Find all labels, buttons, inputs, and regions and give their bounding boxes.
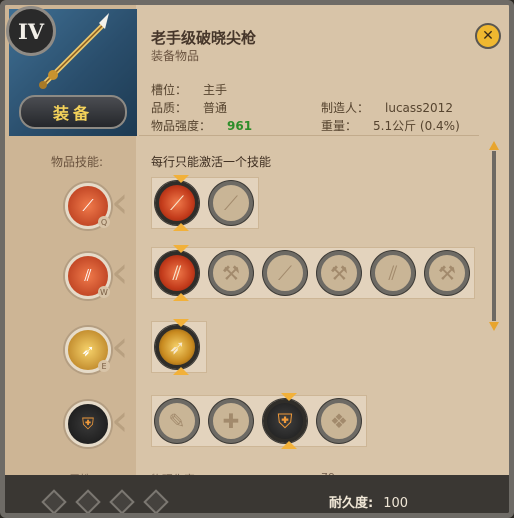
gold-lance-icon: ➶ (81, 340, 95, 360)
selected-marker (173, 245, 189, 253)
selected-marker (281, 441, 297, 449)
cross-icon: ✚ (222, 409, 240, 433)
skill-option[interactable]: ⚒ (317, 251, 361, 295)
axe-icon: ⚒ (438, 261, 456, 285)
item-category: 装备物品 (151, 49, 200, 63)
item-tooltip-window: IV 装备 老手级破晓尖枪 装备物品 ✕ 槽位： 主手 品质： 普通 物品强度： 96… (0, 0, 514, 518)
item-title: 老手级破晓尖枪 (151, 29, 257, 47)
stat-weight: 重量： 5.1公斤 (0.4%) (321, 119, 460, 133)
pen-icon: ✎ (168, 409, 186, 433)
stat-slot: 槽位： 主手 (151, 83, 228, 97)
skill-option[interactable]: ⟋ (263, 251, 307, 295)
shield-glyph-icon: ⛨ (81, 414, 94, 433)
lance-icon: ⟋ (170, 191, 184, 215)
slot-key-label: E (98, 360, 110, 372)
slot-key-label: W (98, 286, 110, 298)
scroll-down-icon[interactable] (489, 322, 499, 331)
stat-power: 物品强度： 961 (151, 119, 253, 133)
chevron-icon: ‹ (111, 321, 129, 372)
slash-icon: ⟋ (278, 261, 292, 285)
slot-key-label: Q (98, 216, 110, 228)
skills-section-label: 物品技能: (51, 155, 104, 169)
skill-slot-w[interactable]: ⫽ W (65, 253, 111, 299)
selected-marker (173, 367, 189, 375)
divider (139, 135, 479, 136)
chevron-icon: ‹ (111, 177, 129, 228)
triple-lance-icon: ⫽ (388, 261, 398, 285)
diamond-icon: ❖ (330, 409, 348, 433)
durability: 耐久度: 100 (329, 496, 409, 511)
scroll-track[interactable] (492, 151, 496, 321)
skill-option[interactable]: ✎ (155, 399, 199, 443)
stat-creator: 制造人： lucass2012 (321, 101, 453, 115)
skill-option[interactable]: ⛨ (263, 393, 307, 449)
skill-option[interactable]: ✚ (209, 399, 253, 443)
skill-option[interactable]: ⫽ (155, 245, 199, 301)
close-icon: ✕ (482, 28, 494, 44)
skill-option[interactable]: ❖ (317, 399, 361, 443)
skill-slot-e[interactable]: ➶ E (65, 327, 111, 373)
selected-marker (173, 293, 189, 301)
skill-slot-q[interactable]: ⟋ Q (65, 183, 111, 229)
chevron-icon: ‹ (111, 395, 129, 446)
shield-glyph-icon: ⛨ (277, 409, 293, 433)
lance-icon: ⟋ (224, 191, 238, 215)
lance-icon: ⟋ (82, 196, 94, 215)
skills-hint: 每行只能激活一个技能 (151, 155, 272, 169)
selected-marker (173, 175, 189, 183)
skill-option[interactable]: ⟋ (209, 181, 253, 225)
selected-marker (173, 223, 189, 231)
triple-lance-icon: ⫽ (84, 266, 92, 285)
selected-marker (281, 393, 297, 401)
triple-lance-icon: ⫽ (172, 261, 182, 285)
skill-option[interactable]: ⟋ (155, 175, 199, 231)
gold-lance-icon: ➶ (168, 335, 186, 359)
axe-icon: ⚒ (330, 261, 348, 285)
skill-option[interactable]: ⫽ (371, 251, 415, 295)
skill-option[interactable]: ⚒ (209, 251, 253, 295)
close-button[interactable]: ✕ (475, 23, 501, 49)
axe-icon: ⚒ (222, 261, 240, 285)
selected-marker (173, 319, 189, 327)
stat-quality: 品质： 普通 (151, 101, 228, 115)
skill-slot-passive[interactable]: ⛨ (65, 401, 111, 447)
chevron-icon: ‹ (111, 247, 129, 298)
scrollbar[interactable] (489, 141, 499, 331)
equip-button[interactable]: 装备 (19, 95, 127, 129)
skill-option[interactable]: ⚒ (425, 251, 469, 295)
scroll-up-icon[interactable] (489, 141, 499, 150)
tier-badge: IV (6, 6, 56, 56)
skill-option[interactable]: ➶ (155, 319, 199, 375)
